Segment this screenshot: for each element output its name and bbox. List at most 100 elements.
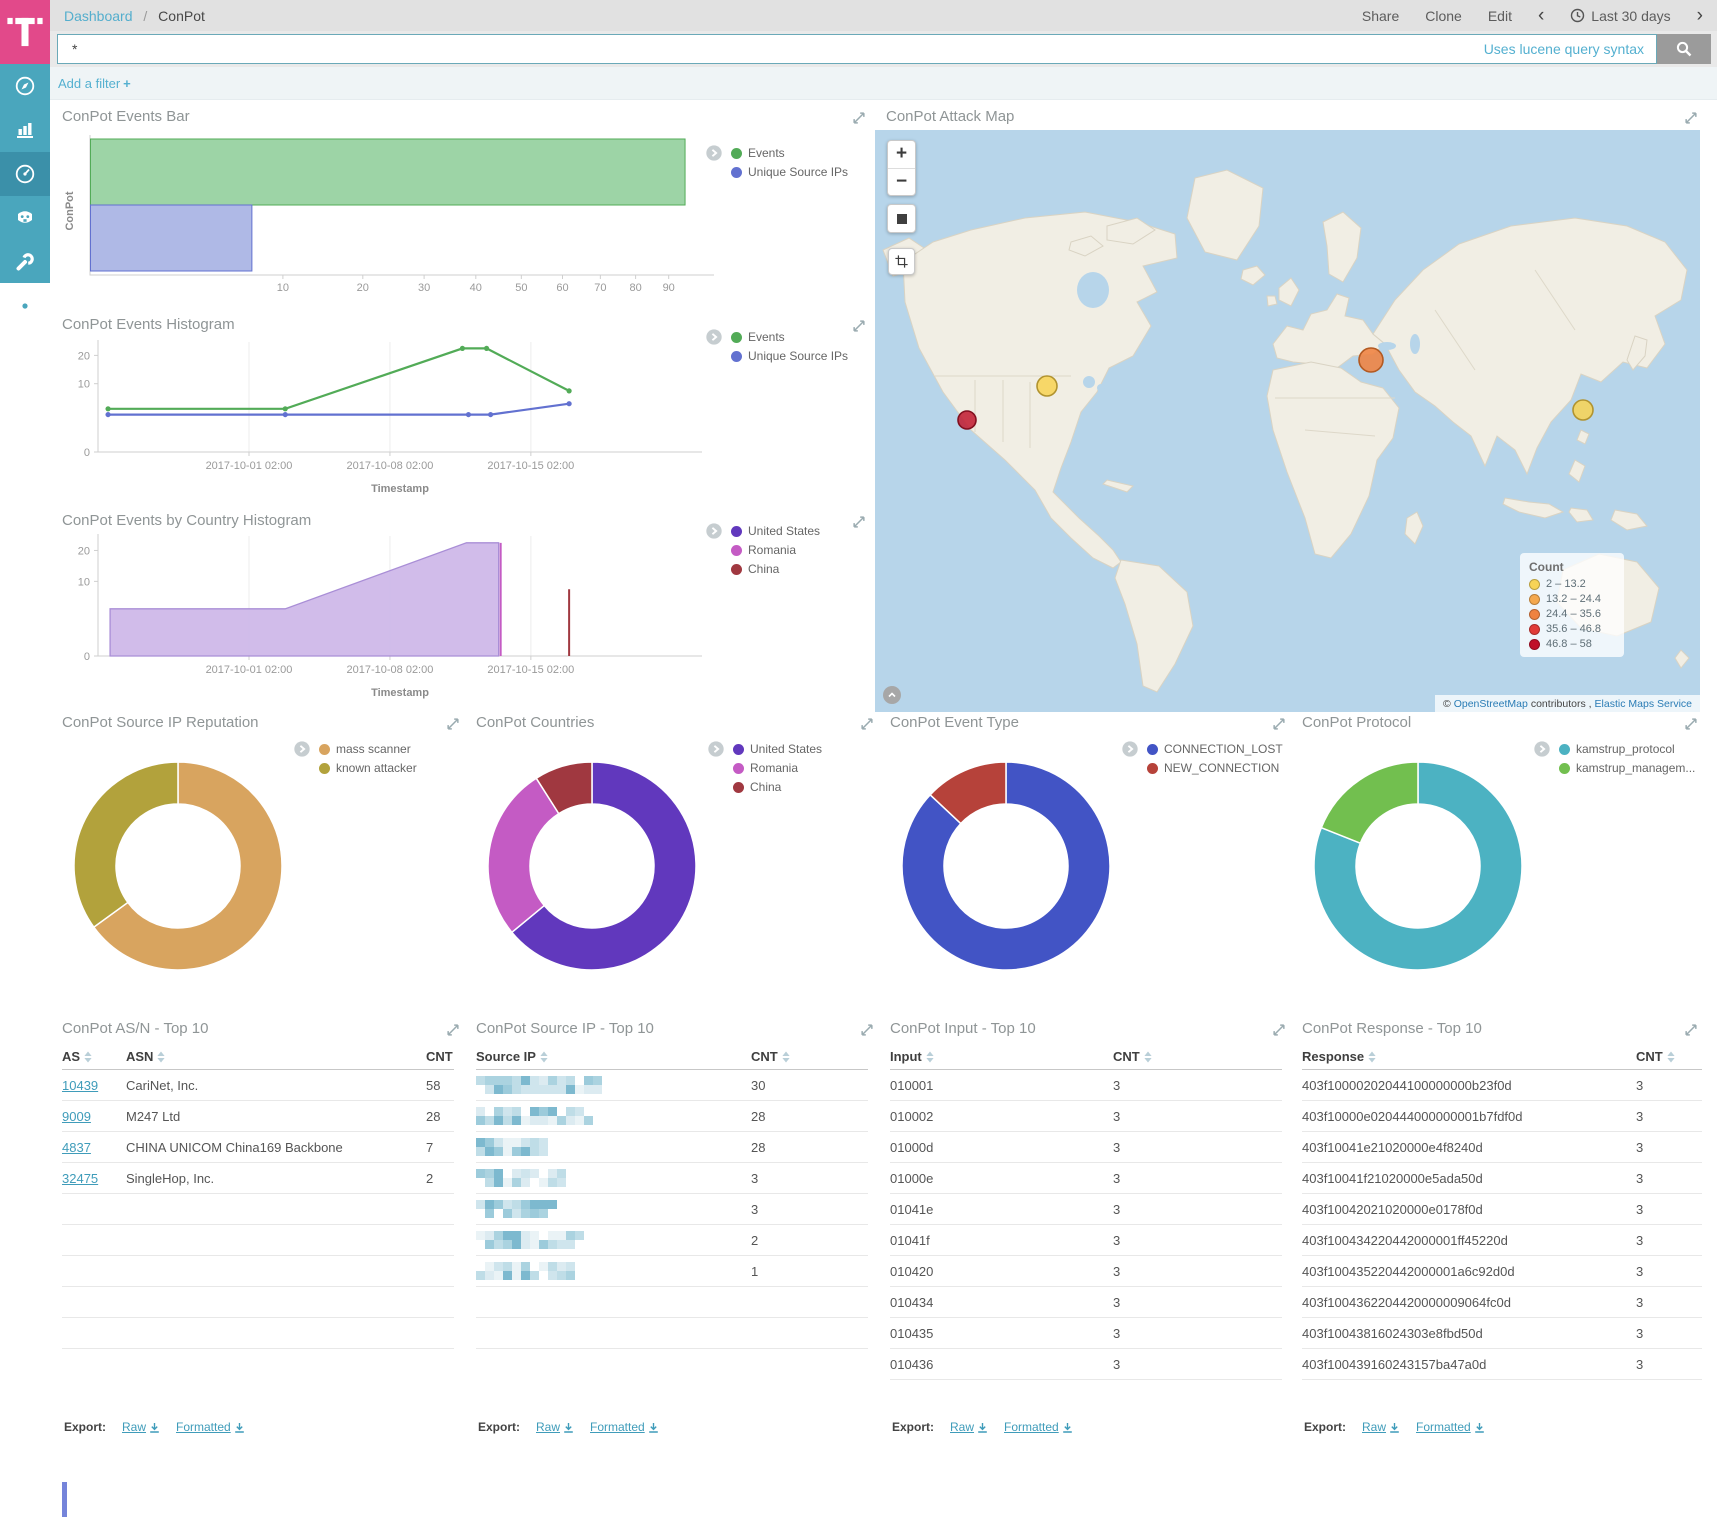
expand-panel-icon[interactable] [852, 319, 866, 333]
as-number-link[interactable]: 10439 [62, 1078, 98, 1093]
attack-map[interactable]: + − Count 2 – 13.213.2 – 24.424.4 – 35.6… [875, 130, 1700, 712]
column-header[interactable]: CNT [426, 1049, 454, 1064]
column-header[interactable]: Input [890, 1049, 1113, 1064]
expand-panel-icon[interactable] [446, 717, 460, 731]
sidebar-item-discover[interactable] [0, 64, 50, 108]
export-formatted-link[interactable]: Formatted [1004, 1420, 1073, 1434]
expand-panel-icon[interactable] [1272, 1023, 1286, 1037]
legend-item[interactable]: mass scanner [319, 742, 417, 756]
as-number-link[interactable]: 4837 [62, 1140, 91, 1155]
expand-panel-icon[interactable] [852, 515, 866, 529]
legend-item[interactable]: kamstrup_managem... [1559, 761, 1695, 775]
legend-item[interactable]: Events [731, 146, 848, 160]
export-raw-link[interactable]: Raw [950, 1420, 988, 1434]
donut-slice-kamstrup-managem-[interactable] [1321, 762, 1418, 843]
legend-toggle-icon[interactable] [294, 741, 310, 757]
sort-icon[interactable] [84, 1051, 92, 1063]
column-header[interactable]: CNT [1113, 1049, 1282, 1064]
map-marker-east-china[interactable] [1573, 400, 1593, 420]
legend-item[interactable]: Events [731, 330, 848, 344]
share-button[interactable]: Share [1362, 8, 1399, 24]
map-marker-central-us[interactable] [1037, 376, 1057, 396]
expand-panel-icon[interactable] [860, 1023, 874, 1037]
sort-icon[interactable] [1667, 1051, 1675, 1063]
openstreetmap-link[interactable]: OpenStreetMap [1454, 698, 1528, 710]
map-fit-button[interactable] [887, 204, 916, 233]
as-number-link[interactable]: 32475 [62, 1171, 98, 1186]
table-row: 01041f3 [890, 1225, 1282, 1256]
legend-item[interactable]: Romania [733, 761, 822, 775]
time-range-picker[interactable]: Last 30 days [1570, 8, 1670, 24]
donut-slice-known-attacker[interactable] [74, 762, 178, 927]
sort-icon[interactable] [157, 1051, 165, 1063]
export-raw-link[interactable]: Raw [122, 1420, 160, 1434]
legend-item[interactable]: Unique Source IPs [731, 349, 848, 363]
sidebar-item-visualize[interactable] [0, 108, 50, 152]
t-mobile-logo[interactable] [0, 0, 50, 64]
legend-item[interactable]: United States [731, 524, 820, 538]
expand-panel-icon[interactable] [1684, 717, 1698, 731]
edit-button[interactable]: Edit [1488, 8, 1512, 24]
search-input[interactable] [70, 40, 1484, 58]
export-raw-link[interactable]: Raw [536, 1420, 574, 1434]
sort-icon[interactable] [1144, 1051, 1152, 1063]
expand-panel-icon[interactable] [1684, 1023, 1698, 1037]
legend-item[interactable]: Romania [731, 543, 820, 557]
as-number-link[interactable]: 9009 [62, 1109, 91, 1124]
sort-icon[interactable] [540, 1051, 548, 1063]
legend-toggle-icon[interactable] [1122, 741, 1138, 757]
legend-toggle-icon[interactable] [708, 741, 724, 757]
column-header[interactable]: AS [62, 1049, 126, 1064]
legend-toggle-icon[interactable] [706, 145, 722, 161]
legend-item[interactable]: CONNECTION_LOST [1147, 742, 1283, 756]
time-forward-chevron-icon[interactable]: › [1697, 6, 1703, 25]
expand-panel-icon[interactable] [852, 111, 866, 125]
column-header[interactable]: CNT [1636, 1049, 1702, 1064]
legend-item[interactable]: China [731, 562, 820, 576]
expand-panel-icon[interactable] [1684, 111, 1698, 125]
expand-panel-icon[interactable] [860, 717, 874, 731]
export-formatted-link[interactable]: Formatted [1416, 1420, 1485, 1434]
elastic-maps-link[interactable]: Elastic Maps Service [1595, 698, 1692, 710]
expand-panel-icon[interactable] [1272, 717, 1286, 731]
export-formatted-link[interactable]: Formatted [176, 1420, 245, 1434]
sidebar-item-dev-tools[interactable] [0, 240, 50, 284]
add-filter-button[interactable]: Add a filter+ [58, 76, 131, 91]
legend-item[interactable]: China [733, 780, 822, 794]
zoom-out-button[interactable]: − [888, 169, 915, 196]
sidebar-item-management[interactable] [0, 284, 50, 328]
legend-item[interactable]: Unique Source IPs [731, 165, 848, 179]
time-back-chevron-icon[interactable]: ‹ [1538, 6, 1544, 25]
column-header[interactable]: Source IP [476, 1049, 751, 1064]
legend-toggle-icon[interactable] [1534, 741, 1550, 757]
map-legend-entry: 2 – 13.2 [1529, 578, 1615, 590]
export-raw-link[interactable]: Raw [1362, 1420, 1400, 1434]
attribution-collapse-button[interactable] [883, 686, 901, 704]
expand-panel-icon[interactable] [446, 1023, 460, 1037]
column-header[interactable]: ASN [126, 1049, 426, 1064]
lucene-syntax-link[interactable]: Uses lucene query syntax [1484, 41, 1644, 57]
zoom-in-button[interactable]: + [888, 141, 915, 169]
legend-toggle-icon[interactable] [706, 523, 722, 539]
legend-toggle-icon[interactable] [706, 329, 722, 345]
expand-arrows-icon [1272, 1023, 1286, 1037]
search-button[interactable] [1657, 34, 1711, 64]
sort-icon[interactable] [926, 1051, 934, 1063]
legend-item[interactable]: known attacker [319, 761, 417, 775]
clone-button[interactable]: Clone [1425, 8, 1462, 24]
export-formatted-link[interactable]: Formatted [590, 1420, 659, 1434]
sort-icon[interactable] [1368, 1051, 1376, 1063]
legend-item[interactable]: kamstrup_protocol [1559, 742, 1695, 756]
legend-item[interactable]: NEW_CONNECTION [1147, 761, 1283, 775]
sidebar-item-timelion[interactable] [0, 196, 50, 240]
column-header[interactable]: CNT [751, 1049, 868, 1064]
breadcrumb-dashboard-link[interactable]: Dashboard [64, 8, 133, 24]
map-marker-romania[interactable] [1359, 348, 1383, 372]
column-header[interactable]: Response [1302, 1049, 1636, 1064]
map-marker-california[interactable] [958, 411, 976, 429]
sort-icon[interactable] [782, 1051, 790, 1063]
map-crop-button[interactable] [888, 248, 915, 275]
legend-item[interactable]: United States [733, 742, 822, 756]
sidebar-item-dashboard[interactable] [0, 152, 50, 196]
expand-arrows-icon [446, 717, 460, 731]
